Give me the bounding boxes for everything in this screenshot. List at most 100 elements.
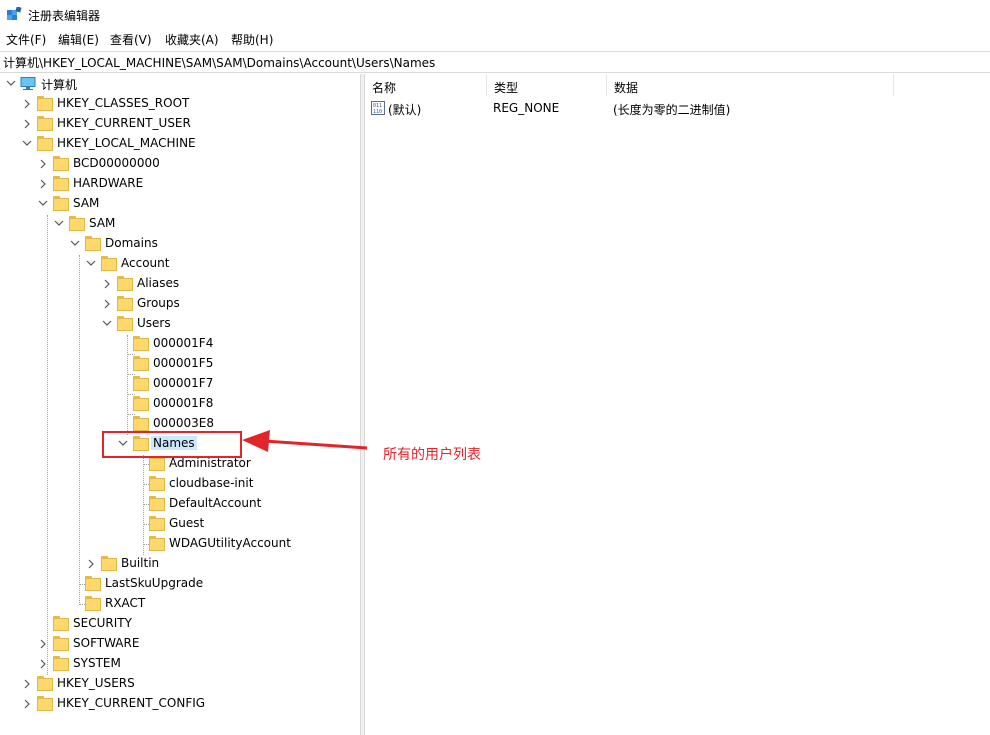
tree-node-label: HKEY_CURRENT_CONFIG — [57, 696, 206, 710]
arrow-left-icon — [242, 430, 368, 452]
folder-icon — [37, 136, 53, 151]
tree-node-label: HKEY_LOCAL_MACHINE — [57, 136, 196, 150]
tree-node-label: 000001F5 — [153, 356, 214, 370]
tree-node-sam-inner[interactable]: SAM — [0, 214, 360, 234]
tree-node-computer[interactable]: 计算机 — [0, 74, 360, 94]
tree-node-sam[interactable]: SAM — [0, 194, 360, 214]
chevron-right-icon[interactable] — [38, 176, 48, 192]
tree-node-label: 000001F8 — [153, 396, 214, 410]
tree-node-hkey-classes-root[interactable]: HKEY_CLASSES_ROOT — [0, 94, 360, 114]
registry-editor-icon — [7, 7, 22, 20]
tree-node-hkey-current-config[interactable]: HKEY_CURRENT_CONFIG — [0, 694, 360, 714]
tree-node-hardware[interactable]: HARDWARE — [0, 174, 360, 194]
tree-node-user-key[interactable]: 000001F5 — [0, 354, 360, 374]
folder-icon — [85, 596, 101, 611]
tree-node-groups[interactable]: Groups — [0, 294, 360, 314]
value-row[interactable]: 011 110 (默认) REG_NONE (长度为零的二进制值) — [365, 98, 990, 118]
tree-node-user-key[interactable]: 000001F7 — [0, 374, 360, 394]
folder-icon — [133, 396, 149, 411]
annotation-label: 所有的用户列表 — [383, 447, 481, 463]
tree-node-hkey-current-user[interactable]: HKEY_CURRENT_USER — [0, 114, 360, 134]
menu-view[interactable]: 查看(V) — [110, 31, 152, 48]
tree-node-builtin[interactable]: Builtin — [0, 554, 360, 574]
tree-node-label: SECURITY — [73, 616, 132, 630]
tree-node-aliases[interactable]: Aliases — [0, 274, 360, 294]
tree-node-account[interactable]: Account — [0, 254, 360, 274]
tree-node-bcd[interactable]: BCD00000000 — [0, 154, 360, 174]
address-path[interactable]: 计算机\HKEY_LOCAL_MACHINE\SAM\SAM\Domains\A… — [3, 54, 435, 71]
tree-node-user-key[interactable]: 000001F8 — [0, 394, 360, 414]
tree-node-rxact[interactable]: RXACT — [0, 594, 360, 614]
chevron-right-icon[interactable] — [22, 696, 32, 712]
tree-node-account-name[interactable]: cloudbase-init — [0, 474, 360, 494]
key-tree[interactable]: 计算机 HKEY_CLASSES_ROOT HKEY_CURRENT_USER … — [0, 74, 360, 735]
tree-node-domains[interactable]: Domains — [0, 234, 360, 254]
chevron-right-icon[interactable] — [38, 656, 48, 672]
tree-node-label: 000003E8 — [153, 416, 215, 430]
tree-node-label: HKEY_USERS — [57, 676, 135, 690]
folder-icon — [53, 616, 69, 631]
folder-icon — [69, 216, 85, 231]
tree-node-software[interactable]: SOFTWARE — [0, 634, 360, 654]
chevron-down-icon[interactable] — [22, 136, 32, 152]
folder-icon — [53, 636, 69, 651]
folder-icon — [149, 476, 165, 491]
tree-node-security[interactable]: SECURITY — [0, 614, 360, 634]
chevron-right-icon[interactable] — [102, 296, 112, 312]
column-header-data[interactable]: 数据 — [607, 74, 894, 96]
chevron-down-icon[interactable] — [54, 216, 64, 232]
tree-node-label: SYSTEM — [73, 656, 121, 670]
chevron-right-icon[interactable] — [38, 156, 48, 172]
tree-node-account-name[interactable]: DefaultAccount — [0, 494, 360, 514]
chevron-down-icon[interactable] — [86, 256, 96, 272]
column-header-name[interactable]: 名称 — [365, 74, 487, 96]
highlight-box — [102, 431, 242, 458]
values-list[interactable]: 名称 类型 数据 011 110 (默认) REG_NONE (长度为零的二进制… — [365, 74, 990, 735]
menu-edit[interactable]: 编辑(E) — [58, 31, 99, 48]
folder-icon — [133, 376, 149, 391]
tree-node-system[interactable]: SYSTEM — [0, 654, 360, 674]
chevron-down-icon[interactable] — [6, 76, 16, 92]
window-title: 注册表编辑器 — [28, 9, 101, 23]
folder-icon — [37, 676, 53, 691]
title-bar: 注册表编辑器 — [0, 0, 990, 28]
value-name: (默认) — [388, 103, 422, 117]
tree-node-label: Builtin — [121, 556, 160, 570]
tree-node-label: WDAGUtilityAccount — [169, 536, 291, 550]
folder-icon — [53, 156, 69, 171]
chevron-right-icon[interactable] — [38, 636, 48, 652]
tree-node-users[interactable]: Users — [0, 314, 360, 334]
tree-node-label: SAM — [73, 196, 100, 210]
folder-icon — [149, 536, 165, 551]
folder-icon — [133, 336, 149, 351]
tree-node-label: Guest — [169, 516, 205, 530]
chevron-right-icon[interactable] — [22, 676, 32, 692]
tree-node-label: Groups — [137, 296, 180, 310]
menu-file[interactable]: 文件(F) — [6, 31, 46, 48]
address-bar[interactable]: 计算机\HKEY_LOCAL_MACHINE\SAM\SAM\Domains\A… — [0, 51, 990, 73]
chevron-right-icon[interactable] — [22, 96, 32, 112]
menu-favorites[interactable]: 收藏夹(A) — [165, 31, 219, 48]
tree-node-label: Aliases — [137, 276, 180, 290]
tree-node-label: cloudbase-init — [169, 476, 254, 490]
tree-node-hkey-local-machine[interactable]: HKEY_LOCAL_MACHINE — [0, 134, 360, 154]
chevron-down-icon[interactable] — [70, 236, 80, 252]
chevron-right-icon[interactable] — [102, 276, 112, 292]
tree-node-account-name[interactable]: Guest — [0, 514, 360, 534]
chevron-right-icon[interactable] — [22, 116, 32, 132]
folder-icon — [149, 496, 165, 511]
folder-icon — [37, 696, 53, 711]
tree-node-account-name[interactable]: WDAGUtilityAccount — [0, 534, 360, 554]
chevron-right-icon[interactable] — [86, 556, 96, 572]
chevron-down-icon[interactable] — [102, 316, 112, 332]
tree-node-label: LastSkuUpgrade — [105, 576, 204, 590]
folder-icon — [149, 456, 165, 471]
tree-node-hkey-users[interactable]: HKEY_USERS — [0, 674, 360, 694]
tree-node-lastskuupgrade[interactable]: LastSkuUpgrade — [0, 574, 360, 594]
folder-icon — [53, 656, 69, 671]
value-data: (长度为零的二进制值) — [613, 103, 731, 117]
chevron-down-icon[interactable] — [38, 196, 48, 212]
column-header-type[interactable]: 类型 — [487, 74, 607, 96]
menu-help[interactable]: 帮助(H) — [231, 31, 273, 48]
tree-node-user-key[interactable]: 000001F4 — [0, 334, 360, 354]
